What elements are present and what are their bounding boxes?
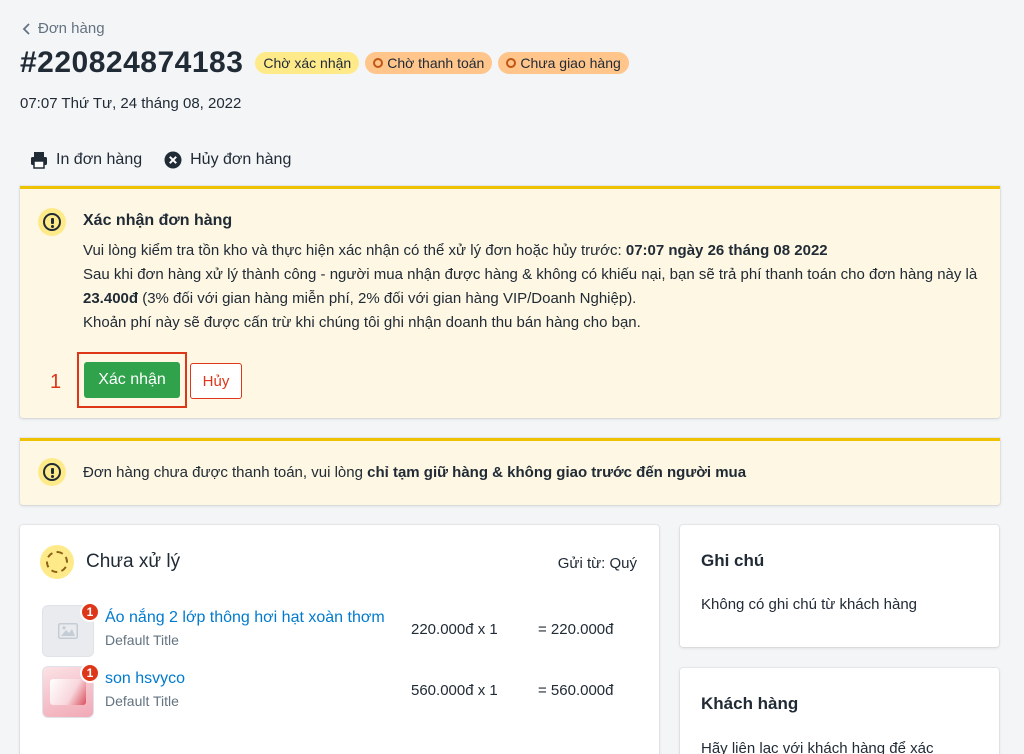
step-number: 1 <box>50 371 62 393</box>
print-order-label: In đơn hàng <box>56 151 143 168</box>
chevron-left-icon <box>22 22 30 35</box>
banner-line-1: Vui lòng kiểm tra tồn kho và thực hiện x… <box>83 239 983 263</box>
banner-text: Vui lòng kiểm tra tồn kho và thực hiện x… <box>83 242 626 259</box>
status-badge-confirm: Chờ xác nhận <box>255 52 360 74</box>
line-total: = 560.000đ <box>538 682 614 699</box>
image-placeholder-icon <box>58 623 78 639</box>
confirm-order-button[interactable]: Xác nhận <box>84 362 180 398</box>
close-circle-icon <box>164 151 182 169</box>
quantity-badge: 1 <box>80 602 100 622</box>
cancel-order-button[interactable]: Hủy đơn hàng <box>164 151 291 169</box>
deadline-text: 07:07 ngày 26 tháng 08 2022 <box>625 242 828 259</box>
fee-amount: 23.400đ <box>83 290 139 307</box>
banner-emphasis: chỉ tạm giữ hàng & không giao trước đến … <box>367 464 747 481</box>
back-link-label: Đơn hàng <box>38 20 105 37</box>
product-photo <box>50 679 86 705</box>
printer-icon <box>31 152 47 169</box>
banner-line-2: Sau khi đơn hàng xử lý thành công - ngườ… <box>83 263 983 311</box>
pending-dot-icon <box>373 58 384 68</box>
line-item: 1 Áo nắng 2 lớp thông hơi hạt xoàn thơm … <box>40 602 640 661</box>
customer-text: Hãy liên lạc với khách hàng để xác <box>701 740 934 754</box>
confirm-order-banner: Xác nhận đơn hàng Vui lòng kiểm tra tồn … <box>20 186 1000 418</box>
status-badge-label: Chờ xác nhận <box>263 55 352 71</box>
reject-order-button[interactable]: Hủy <box>190 363 242 399</box>
status-badge-label: Chưa giao hàng <box>520 55 621 71</box>
customer-card: Khách hàng Hãy liên lạc với khách hàng đ… <box>680 668 999 754</box>
line-total: = 220.000đ <box>538 621 614 638</box>
order-header: #220824874183 Chờ xác nhận Chờ thanh toá… <box>20 46 635 80</box>
note-heading: Ghi chú <box>701 551 765 570</box>
quantity-badge: 1 <box>80 663 100 683</box>
banner-text: (3% đối với gian hàng miễn phí, 2% đối v… <box>138 290 637 307</box>
banner-body: Vui lòng kiểm tra tồn kho và thực hiện x… <box>83 239 983 335</box>
ship-from-location: Gửi từ: Quý <box>557 555 637 572</box>
warning-icon <box>38 208 66 236</box>
fulfillment-heading: Chưa xử lý <box>86 551 181 572</box>
banner-line-3: Khoản phí này sẽ được cấn trừ khi chúng … <box>83 314 641 331</box>
unit-price: 560.000đ x 1 <box>411 682 498 699</box>
warning-icon <box>38 458 66 486</box>
status-badge-label: Chờ thanh toán <box>387 55 485 71</box>
unpaid-banner-text: Đơn hàng chưa được thanh toán, vui lòng … <box>83 464 746 481</box>
fulfillment-card: Chưa xử lý Gửi từ: Quý 1 Áo nắng 2 lớp t… <box>20 525 659 754</box>
status-badge-payment: Chờ thanh toán <box>365 52 493 74</box>
order-actions: In đơn hàng Hủy đơn hàng <box>30 151 291 169</box>
banner-text: Đơn hàng chưa được thanh toán, vui lòng <box>83 464 368 481</box>
customer-heading: Khách hàng <box>701 694 799 713</box>
pending-dot-icon <box>506 58 517 68</box>
print-order-button[interactable]: In đơn hàng <box>30 151 142 169</box>
product-variant: Default Title <box>105 693 179 709</box>
note-text: Không có ghi chú từ khách hàng <box>701 596 918 613</box>
pending-status-icon <box>40 545 74 579</box>
unpaid-banner: Đơn hàng chưa được thanh toán, vui lòng … <box>20 438 1000 505</box>
banner-title: Xác nhận đơn hàng <box>83 212 233 229</box>
note-card: Ghi chú Không có ghi chú từ khách hàng <box>680 525 999 647</box>
unit-price: 220.000đ x 1 <box>411 621 498 638</box>
cancel-order-label: Hủy đơn hàng <box>190 151 292 168</box>
product-name-link[interactable]: son hsvyco <box>105 670 185 688</box>
back-link[interactable]: Đơn hàng <box>22 20 105 37</box>
product-variant: Default Title <box>105 632 179 648</box>
order-number: #220824874183 <box>20 46 244 79</box>
line-item: 1 son hsvyco Default Title 560.000đ x 1 … <box>40 663 640 722</box>
product-name-link[interactable]: Áo nắng 2 lớp thông hơi hạt xoàn thơm <box>105 609 385 627</box>
status-badge-shipping: Chưa giao hàng <box>498 52 629 74</box>
banner-text: Sau khi đơn hàng xử lý thành công - ngườ… <box>83 266 978 283</box>
order-date: 07:07 Thứ Tư, 24 tháng 08, 2022 <box>20 95 242 112</box>
